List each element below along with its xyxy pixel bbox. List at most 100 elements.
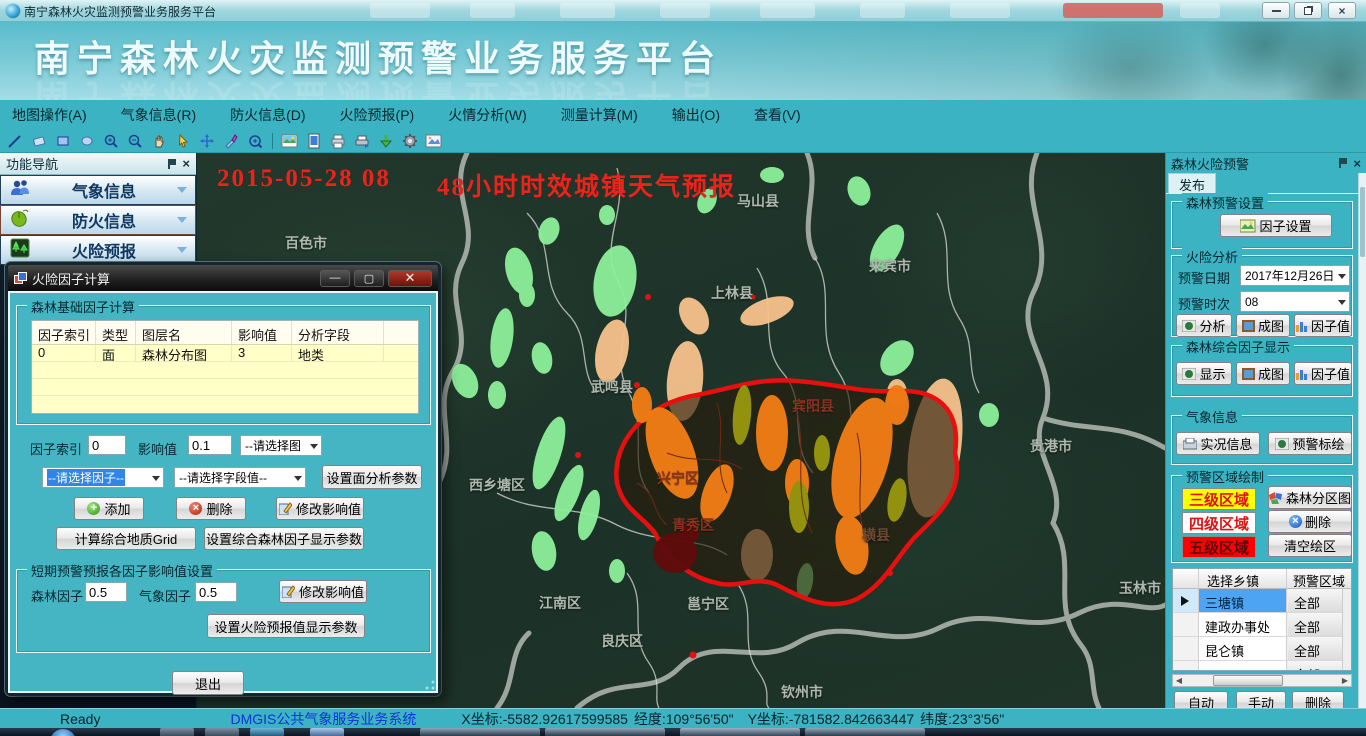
document-icon[interactable] [305,132,323,150]
dialog-minimize-button[interactable]: — [320,270,350,287]
menu-weather-info[interactable]: 气象信息(R) [121,105,196,125]
dialog-close-button[interactable]: ✕ [388,270,432,287]
factor-select[interactable]: --请选择因子-- [42,467,164,488]
pin-icon[interactable] [168,159,176,169]
right-panel-scrollbar[interactable] [1358,173,1366,708]
taskbar-item[interactable] [545,728,665,736]
print-output-icon[interactable] [353,132,371,150]
taskbar-item[interactable] [250,728,284,736]
table-row[interactable]: 全部 [1173,661,1351,671]
level4-area-label[interactable]: 四级区域 [1182,512,1256,534]
menu-map-operation[interactable]: 地图操作(A) [12,105,87,125]
factor-value-button[interactable]: 因子值 [1294,314,1352,337]
exit-button[interactable]: 退出 [172,671,244,695]
township-cell[interactable]: 建政办事处 [1199,613,1287,636]
taskbar-item[interactable] [205,728,239,736]
factor-index-input[interactable] [88,435,126,455]
taskbar-item[interactable] [310,728,344,736]
impact-value-input[interactable] [188,435,232,455]
factor-table[interactable]: 因子索引 类型 图层名 影响值 分析字段 0 面 森林分布图 3 地类 [31,320,419,414]
clear-drawing-button[interactable]: 清空绘区 [1268,534,1352,557]
resize-grip[interactable] [425,680,435,690]
township-cell[interactable]: 三塘镇 [1199,589,1287,612]
minimize-button[interactable] [1262,2,1290,19]
menu-fire-prevention[interactable]: 防火信息(D) [230,105,305,125]
start-orb-icon[interactable] [50,729,76,736]
move-icon[interactable] [198,132,216,150]
ellipse-icon[interactable] [78,132,96,150]
select-arrow-icon[interactable] [174,132,192,150]
menu-view[interactable]: 查看(V) [754,105,801,125]
menu-fire-risk-forecast[interactable]: 火险预报(P) [340,105,415,125]
taskbar-item[interactable] [160,728,194,736]
pin-icon[interactable] [1339,158,1347,168]
menu-measure-calc[interactable]: 测量计算(M) [561,105,638,125]
taskbar-item[interactable] [420,728,540,736]
table-row[interactable]: 0 面 森林分布图 3 地类 [32,345,418,362]
scroll-left-icon[interactable]: ◀ [1173,675,1185,686]
menu-output[interactable]: 输出(O) [672,105,720,125]
menu-fire-analysis[interactable]: 火情分析(W) [448,105,527,125]
dialog-title-bar[interactable]: 火险因子计算 — ▢ ✕ [8,265,438,291]
zoom-out-icon[interactable] [126,132,144,150]
area-analysis-params-button[interactable]: 设置面分析参数 [322,465,422,489]
make-map-button[interactable]: 成图 [1236,362,1290,385]
warning-date-select[interactable]: 2017年12月26日 [1240,265,1350,286]
tab-publish[interactable]: 发布 [1168,173,1216,194]
forest-factor-input[interactable] [85,582,127,602]
nav-item-weather-info[interactable]: 气象信息 [0,175,196,205]
pan-hand-icon[interactable] [150,132,168,150]
live-info-button[interactable]: 实况信息 [1176,432,1260,455]
warning-plot-button[interactable]: 预警标绘 [1268,432,1352,455]
delete-button[interactable]: ×删除 [176,497,246,520]
factor-settings-button[interactable]: 因子设置 [1220,214,1332,237]
nav-item-fire-prevention[interactable]: 防火信息 [0,205,196,235]
photo-viewer-icon[interactable] [425,132,443,150]
township-cell[interactable]: 昆仑镇 [1199,637,1287,660]
fire-forecast-params-button[interactable]: 设置火险预报值显示参数 [207,614,365,638]
print-icon[interactable] [329,132,347,150]
rectangle-icon[interactable] [54,132,72,150]
download-icon[interactable] [377,132,395,150]
township-cell[interactable] [1199,661,1287,671]
row-selector[interactable] [1173,661,1199,671]
restore-button[interactable] [1294,2,1322,19]
row-selector[interactable] [1173,613,1199,636]
taskbar-item[interactable] [680,728,800,736]
township-table-vscrollbar[interactable] [1342,589,1351,670]
forest-zone-map-button[interactable]: 森林分区图 [1268,486,1352,509]
zoom-window-icon[interactable] [246,132,264,150]
analyze-button[interactable]: 分析 [1176,314,1232,337]
layer-select[interactable]: --请选择图 [240,435,322,456]
identify-icon[interactable] [222,132,240,150]
windows-taskbar[interactable] [0,728,1366,736]
row-selector[interactable] [1173,589,1199,612]
nav-item-fire-risk-forecast[interactable]: 火险预报 [0,235,196,265]
eraser-icon[interactable] [30,132,48,150]
close-icon[interactable]: × [1353,157,1361,170]
table-row[interactable]: 三塘镇 全部 [1173,589,1351,613]
modify-impact-button[interactable]: 修改影响值 [276,497,364,520]
display-button[interactable]: 显示 [1176,362,1232,385]
make-map-button[interactable]: 成图 [1236,314,1290,337]
factor-value-button[interactable]: 因子值 [1294,362,1352,385]
modify-impact-button[interactable]: 修改影响值 [279,580,367,603]
calc-grid-button[interactable]: 计算综合地质Grid [56,527,196,550]
pencil-icon[interactable] [6,132,24,150]
add-button[interactable]: +添加 [74,497,144,520]
scroll-right-icon[interactable]: ▶ [1339,675,1351,686]
weather-factor-input[interactable] [195,582,237,602]
display-params-button[interactable]: 设置综合森林因子显示参数 [204,527,364,550]
scrollbar-thumb[interactable] [1213,675,1283,686]
field-value-select[interactable]: --请选择字段值-- [174,467,306,488]
close-button[interactable]: × [1328,2,1356,19]
taskbar-item[interactable] [805,728,925,736]
image-export-icon[interactable] [281,132,299,150]
row-selector[interactable] [1173,637,1199,660]
gear-icon[interactable] [401,132,419,150]
warning-time-select[interactable]: 08 [1240,291,1350,312]
status-system-link[interactable]: DMGIS公共气象服务业务系统 [230,709,416,729]
level5-area-label[interactable]: 五级区域 [1182,536,1256,558]
township-table-hscrollbar[interactable]: ◀ ▶ [1172,674,1352,687]
table-row[interactable]: 昆仑镇 全部 [1173,637,1351,661]
